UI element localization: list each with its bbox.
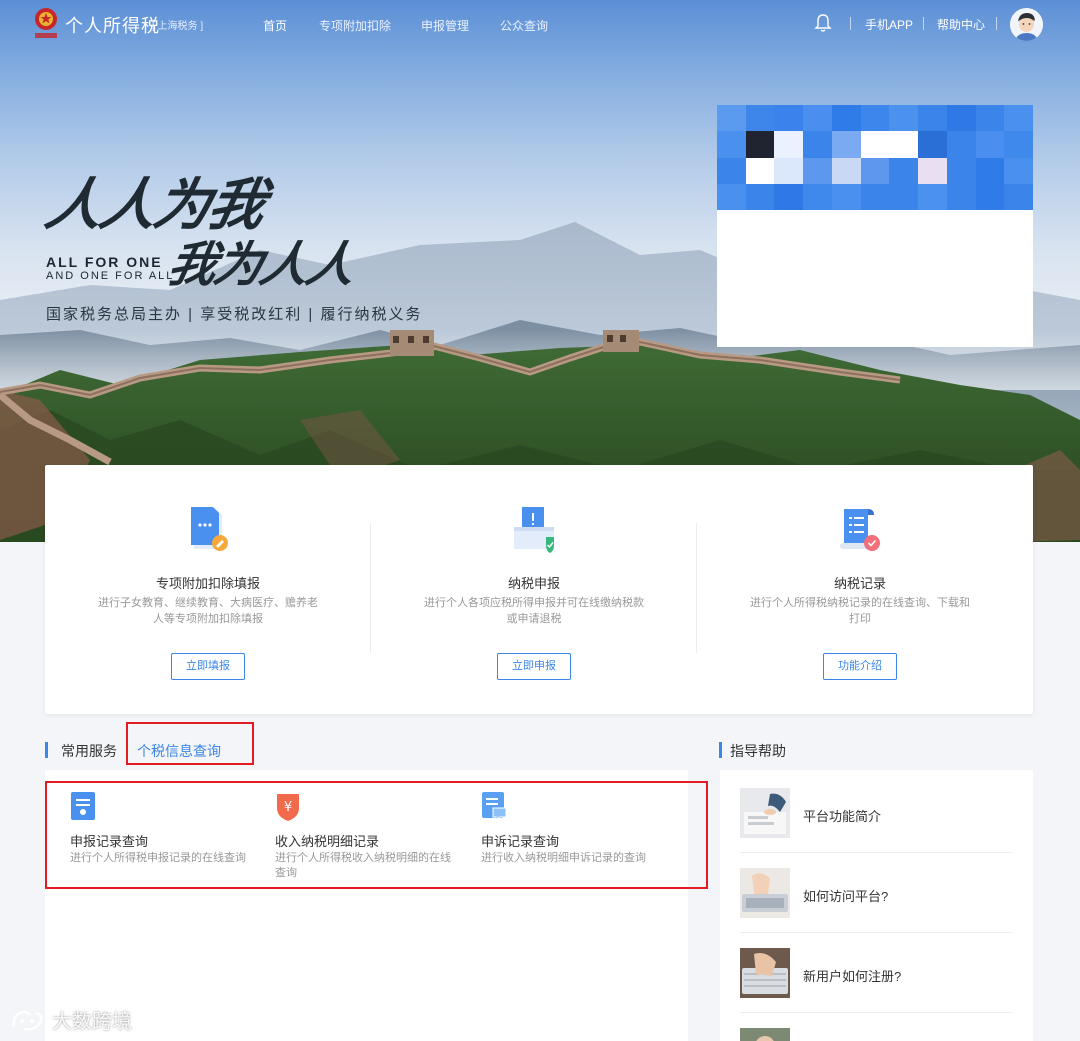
brand-title[interactable]: 个人所得税 [65,12,160,38]
feature-intro-button[interactable]: 功能介绍 [823,653,897,680]
nav-divider [923,17,924,30]
english-slogan-2: AND ONE FOR ALL [46,270,175,282]
english-slogan-1: ALL FOR ONE [46,254,163,270]
service-tax-record: 纳税记录 进行个人所得税纳税记录的在线查询、下载和打印 功能介绍 [697,465,1023,714]
mobile-app-link[interactable]: 手机APP [865,16,913,33]
watermark-logo-icon [12,1010,43,1031]
calligraphy-slogan-2: 我为人人 [162,237,359,293]
user-avatar[interactable] [1010,8,1043,41]
help-thumbnail [740,1028,790,1041]
help-thumbnail [740,788,790,838]
section-marker [719,742,722,758]
help-item-platform-intro[interactable]: 平台功能简介 [740,773,1013,853]
guidance-help-title: 指导帮助 [730,743,786,759]
top-navigation: 个人所得税 [ 上海税务 ] 首页 专项附加扣除 申报管理 公众查询 手机APP… [0,0,1080,48]
service-description: 进行个人各项应税所得申报并可在线缴纳税款或申请退税 [424,597,644,625]
service-title: 纳税记录 [833,576,886,591]
highlight-box [126,722,254,765]
fill-now-button[interactable]: 立即填报 [171,653,245,680]
service-title: 专项附加扣除填报 [155,576,260,591]
nav-home[interactable]: 首页 [263,17,287,34]
nav-divider [850,17,851,30]
service-description: 进行个人所得税纳税记录的在线查询、下载和打印 [750,597,970,625]
common-services-title: 常用服务 [61,743,117,759]
hero-banner: 个人所得税 [ 上海税务 ] 首页 专项附加扣除 申报管理 公众查询 手机APP… [0,0,1080,542]
hero-tagline: 国家税务总局主办 | 享受税改红利 | 履行纳税义务 [46,306,423,323]
tax-emblem-icon [35,8,57,38]
help-item-label: 平台功能简介 [803,809,882,824]
nav-special-deduction[interactable]: 专项附加扣除 [319,17,391,34]
help-item-access-platform[interactable]: 如何访问平台? [740,853,1013,933]
service-title: 纳税申报 [507,576,560,591]
nav-divider [996,17,997,30]
help-item-label: 新用户如何注册? [803,969,902,984]
document-edit-icon [191,507,228,551]
tax-declare-icon [514,507,554,553]
declare-now-button[interactable]: 立即申报 [497,653,571,680]
help-center-link[interactable]: 帮助中心 [937,16,985,33]
service-tax-declaration: 纳税申报 进行个人各项应税所得申报并可在线缴纳税款或申请退税 立即申报 [371,465,697,714]
watermark: 大数跨境 [10,1005,132,1034]
main-services-card: 专项附加扣除填报 进行子女教育、继续教育、大病医疗、赡养老人等专项附加扣除填报 … [45,465,1033,714]
help-item-label: 如何访问平台? [803,889,889,904]
watermark-text: 大数跨境 [52,1011,132,1033]
help-item-new-user-register[interactable]: 新用户如何注册? [740,933,1013,1013]
service-special-deduction: 专项附加扣除填报 进行子女教育、继续教育、大病医疗、赡养老人等专项附加扣除填报 … [45,465,371,714]
service-description: 进行子女教育、继续教育、大病医疗、赡养老人等专项附加扣除填报 [98,597,318,625]
login-card-obscured[interactable] [717,105,1033,347]
guidance-help-panel: 平台功能简介 如何访问平台? 新用户如何注册? [720,770,1033,1041]
region-label: [ 上海税务 ] [152,21,204,32]
nav-public-query[interactable]: 公众查询 [500,17,548,34]
highlight-box [45,781,708,889]
help-item-partial[interactable] [740,1013,1013,1041]
bell-icon[interactable] [814,13,832,33]
help-thumbnail [740,868,790,918]
pixelated-region [717,105,1033,210]
section-marker [45,742,48,758]
avatar-icon [1010,8,1043,41]
tax-record-icon [840,509,880,551]
nav-declaration-management[interactable]: 申报管理 [421,17,469,34]
help-thumbnail [740,948,790,998]
